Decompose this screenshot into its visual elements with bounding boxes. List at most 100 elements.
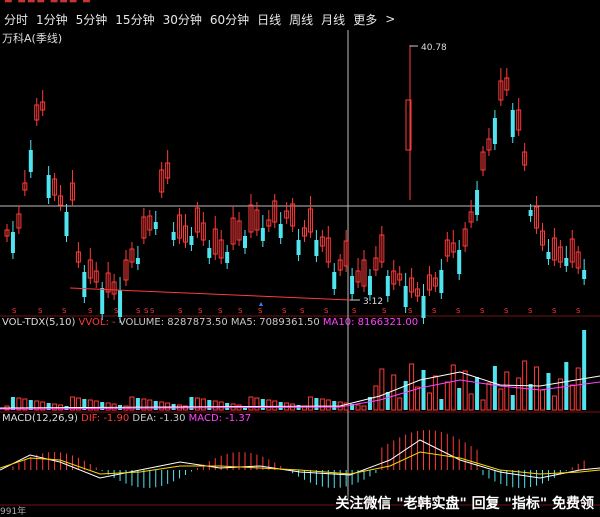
volume-bar <box>165 402 171 411</box>
volume-bar <box>207 400 212 410</box>
volume-bar <box>450 364 456 411</box>
macd-indicator-name: MACD(12,26,9) <box>2 413 78 424</box>
candle-body <box>225 252 230 263</box>
candle-body <box>582 270 587 279</box>
candle-body <box>332 272 337 289</box>
volume-bar <box>528 384 533 410</box>
candle-body <box>439 270 444 293</box>
volume-bar <box>510 395 515 410</box>
candle-body <box>457 250 462 274</box>
signal-marker: S <box>528 307 533 315</box>
macd-dea-line <box>0 451 600 475</box>
dea-value: DEA: -1.30 <box>132 413 186 424</box>
volume-bar <box>575 367 581 411</box>
candle-body <box>278 224 283 238</box>
volume-value: VOLUME: 8287873.50 <box>118 317 228 328</box>
volume-bar <box>260 399 265 410</box>
volume-bar <box>426 392 432 411</box>
volume-bar <box>468 393 474 411</box>
signal-marker: S <box>38 307 43 315</box>
high-price-label: 40.78 <box>421 43 447 53</box>
signal-marker: S <box>480 307 485 315</box>
signal-marker: S <box>300 307 305 315</box>
volume-bar <box>516 377 522 411</box>
volume-bar <box>582 330 587 410</box>
candle-body <box>46 175 51 198</box>
signal-marker: S <box>114 307 119 315</box>
volume-bar <box>415 386 421 411</box>
signal-marker: S <box>456 307 461 315</box>
signal-marker: S <box>238 307 243 315</box>
volume-bar <box>373 385 379 411</box>
volume-bar <box>254 397 260 411</box>
dif-value: DIF: -1.90 <box>81 413 130 424</box>
volume-legend: VOL-TDX(5,10) VVOL: - VOLUME: 8287873.50… <box>2 317 418 328</box>
volume-ma5-line <box>0 371 600 409</box>
signal-marker: S <box>324 307 329 315</box>
volume-indicator-name: VOL-TDX(5,10) <box>2 317 76 328</box>
candle-body <box>100 288 105 314</box>
volume-bar <box>534 366 540 411</box>
candle-body <box>385 276 390 296</box>
candle-body <box>118 290 123 317</box>
vvol-value: VVOL: - <box>78 317 116 328</box>
volume-bar <box>391 374 397 411</box>
volume-bar <box>385 392 390 410</box>
candle-body <box>260 228 265 241</box>
candle-body <box>510 110 515 137</box>
signal-marker: S <box>144 307 149 315</box>
volume-bar <box>504 371 510 411</box>
candle-body <box>492 118 497 144</box>
volume-bar <box>492 366 497 410</box>
volume-bar <box>218 401 224 411</box>
candle-body <box>10 232 15 253</box>
macd-value: MACD: -1.37 <box>188 413 252 424</box>
candle-body <box>421 296 426 318</box>
candle-body <box>350 276 355 294</box>
volume-bar <box>569 384 575 411</box>
candle-body <box>153 222 158 229</box>
candle-body <box>171 232 176 240</box>
volume-bar <box>439 399 444 410</box>
signal-marker: S <box>88 307 93 315</box>
macd-dif-line <box>0 439 600 479</box>
volume-bar <box>379 368 385 411</box>
signal-marker: S <box>282 307 287 315</box>
signal-marker: S <box>12 307 17 315</box>
candle-body <box>189 236 194 245</box>
volume-bar <box>486 382 492 411</box>
signal-marker: S <box>62 307 67 315</box>
volume-bar <box>557 378 563 411</box>
volume-bar <box>498 388 504 411</box>
signal-marker: S <box>150 307 155 315</box>
signal-marker: S <box>504 307 509 315</box>
volume-bar <box>200 398 206 411</box>
volume-bar <box>480 399 486 411</box>
volume-bar <box>444 381 450 411</box>
candle-body <box>564 258 569 266</box>
kline-chart-canvas[interactable]: 40.783.12S S S S S S S S S S S S S S S S S S S S S S S S S S <box>0 0 600 517</box>
macd-legend: MACD(12,26,9) DIF: -1.90 DEA: -1.30 MACD… <box>2 413 251 424</box>
ma10-value: MA10: 8166321.00 <box>322 317 419 328</box>
volume-bar <box>546 373 551 410</box>
signal-marker: S <box>382 307 387 315</box>
volume-bar <box>248 396 254 411</box>
candle-body <box>296 240 301 255</box>
volume-bar <box>266 399 272 411</box>
candle-body <box>528 210 533 216</box>
signal-marker: S <box>352 307 357 315</box>
candle-body <box>475 190 480 215</box>
candle-body <box>207 248 212 258</box>
candle-body <box>367 276 372 295</box>
ma5-value: MA5: 7089361.50 <box>230 317 320 328</box>
date-axis-strip: 991年 <box>0 507 27 517</box>
candle-body <box>314 240 319 256</box>
candle-body <box>135 258 140 264</box>
candle-body <box>243 236 247 248</box>
signal-marker: S <box>198 307 203 315</box>
signal-marker: S <box>552 307 557 315</box>
volume-bar <box>551 395 557 411</box>
watermark-text: 关注微信 "老韩实盘" 回复 "指标" 免费领 <box>335 496 594 512</box>
volume-bar <box>355 404 361 411</box>
volume-bar <box>325 399 331 411</box>
